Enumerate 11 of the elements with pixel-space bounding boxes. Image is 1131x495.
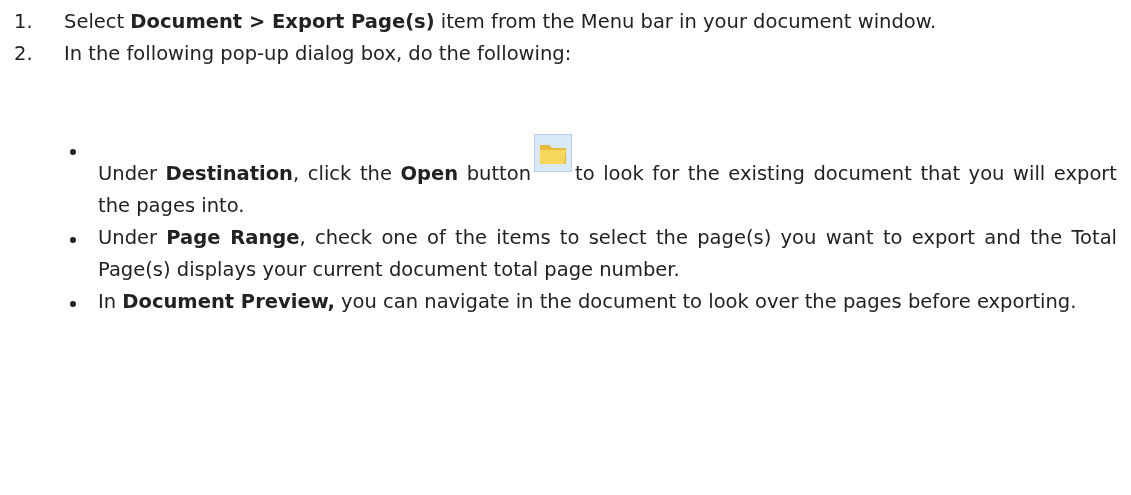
step-text: In the following pop-up dialog box, do the following: (64, 41, 573, 67)
bullet-text: In Document Preview, you can navigate in the document to look over the pages before exporting. (98, 289, 1078, 315)
bullet-icon (70, 301, 76, 307)
step-text: Select Document > Export Page(s) item from the Menu bar in your document window. (64, 9, 938, 35)
bullet-icon (70, 237, 76, 243)
bullet-text: Under Page Range, check one of the items to select the page(s) you want to export and the Total Page(s) displays your current document total page number. (98, 225, 1117, 283)
step-number: 1. (14, 9, 34, 35)
bullet-icon (70, 149, 76, 155)
folder-icon (534, 134, 573, 172)
bullet-text: Under Destination, click the Open button to look for the existing document that you will export the pages into. (98, 134, 1117, 222)
step-number: 2. (14, 41, 34, 67)
